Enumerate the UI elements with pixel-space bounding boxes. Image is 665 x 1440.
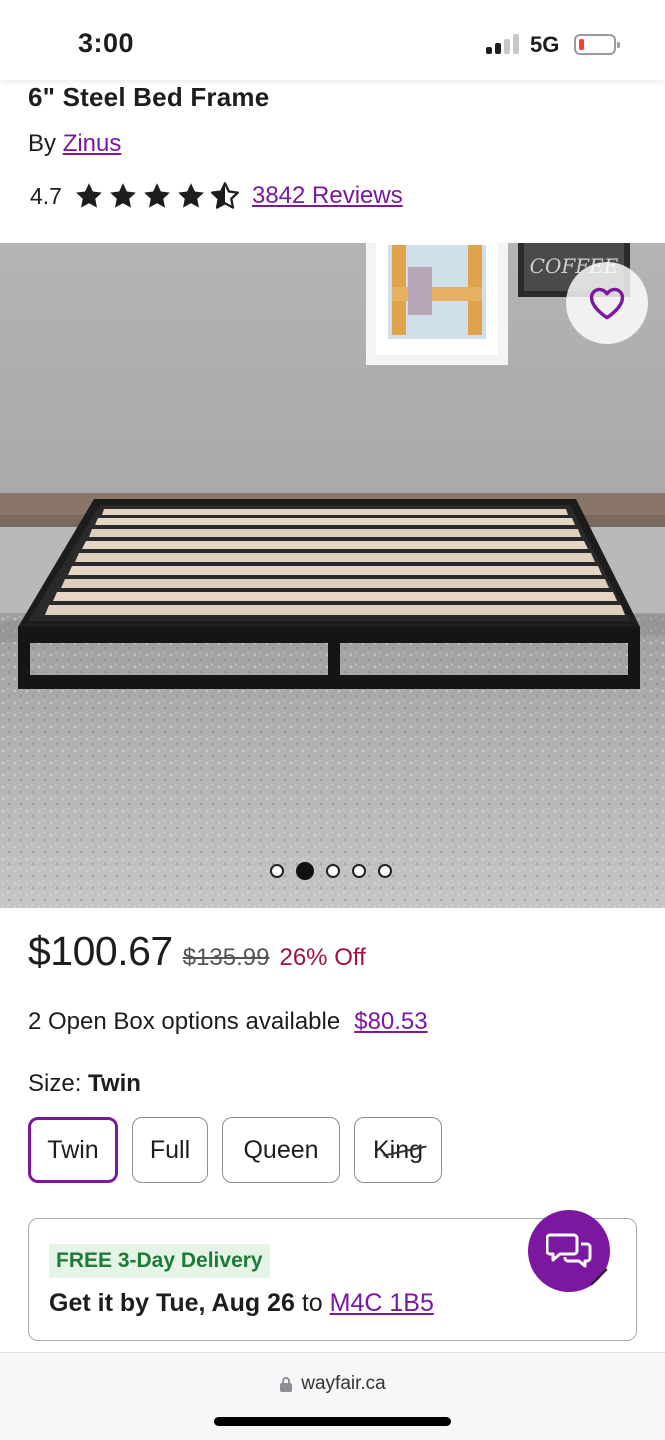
address-bar[interactable]: wayfair.ca: [0, 1373, 665, 1395]
gallery-pagination: [270, 862, 392, 880]
by-label: By: [28, 130, 57, 157]
rating-value: 4.7: [30, 182, 62, 209]
browser-bar: wayfair.ca: [0, 1352, 665, 1440]
free-delivery-badge: FREE 3-Day Delivery: [49, 1244, 270, 1278]
gallery-dot-active[interactable]: [296, 862, 314, 880]
price-row: $100.67 $135.99 26% Off: [28, 928, 366, 975]
discount-label: 26% Off: [279, 944, 366, 971]
battery-icon: [574, 34, 620, 55]
reviews-link[interactable]: 3842 Reviews: [252, 182, 403, 210]
open-box-row: 2 Open Box options available $80.53: [28, 1008, 428, 1036]
delivery-estimate: Get it by Tue, Aug 26 to M4C 1B5: [49, 1289, 434, 1318]
network-label: 5G: [530, 32, 560, 57]
size-options: Twin Full Queen King: [28, 1117, 442, 1183]
lock-icon: [280, 1376, 293, 1392]
size-option-king[interactable]: King: [354, 1117, 442, 1183]
star-full-icon: [178, 183, 204, 208]
delivery-to-label: to: [301, 1289, 323, 1317]
product-image[interactable]: COFFEE: [0, 243, 665, 908]
size-label-prefix: Size:: [28, 1070, 82, 1097]
brand-line: By Zinus: [28, 130, 121, 158]
gallery-dot[interactable]: [352, 864, 366, 878]
status-bar: 3:00 5G: [0, 0, 665, 80]
star-full-icon: [144, 183, 170, 208]
delivery-date: Get it by Tue, Aug 26: [49, 1289, 295, 1317]
original-price: $135.99: [182, 944, 270, 971]
size-option-label: King: [372, 1135, 424, 1164]
star-full-icon: [76, 183, 102, 208]
bed-frame-photo: COFFEE: [0, 243, 665, 908]
brand-link[interactable]: Zinus: [63, 130, 122, 157]
size-option-full[interactable]: Full: [132, 1117, 208, 1183]
size-selected-value: Twin: [88, 1070, 141, 1097]
size-option-label: Twin: [47, 1135, 99, 1164]
postal-code-link[interactable]: M4C 1B5: [330, 1289, 434, 1317]
product-title: 6" Steel Bed Frame: [28, 82, 270, 112]
size-label: Size: Twin: [28, 1070, 141, 1098]
star-rating: [74, 181, 240, 211]
gallery-dot[interactable]: [378, 864, 392, 878]
open-box-text: 2 Open Box options available: [28, 1008, 341, 1035]
open-box-price-link[interactable]: $80.53: [354, 1008, 427, 1036]
gallery-dot[interactable]: [270, 864, 284, 878]
home-indicator[interactable]: [214, 1417, 451, 1426]
status-time: 3:00: [78, 28, 135, 58]
size-option-label: Full: [149, 1135, 191, 1164]
chat-bubbles-icon: [546, 1233, 592, 1268]
current-price: $100.67: [28, 928, 173, 974]
star-full-icon: [110, 183, 136, 208]
size-option-twin[interactable]: Twin: [28, 1117, 118, 1183]
size-option-label: Queen: [243, 1135, 319, 1164]
rating-row: 4.7 3842 Reviews: [30, 176, 403, 216]
signal-icon: [486, 34, 520, 54]
favorite-button[interactable]: [566, 262, 648, 344]
url-text: wayfair.ca: [301, 1373, 386, 1394]
bed-slats: [45, 509, 625, 615]
size-option-queen[interactable]: Queen: [222, 1117, 340, 1183]
star-half-icon: [210, 182, 239, 209]
heart-outline-icon: [589, 287, 625, 320]
gallery-dot[interactable]: [326, 864, 340, 878]
